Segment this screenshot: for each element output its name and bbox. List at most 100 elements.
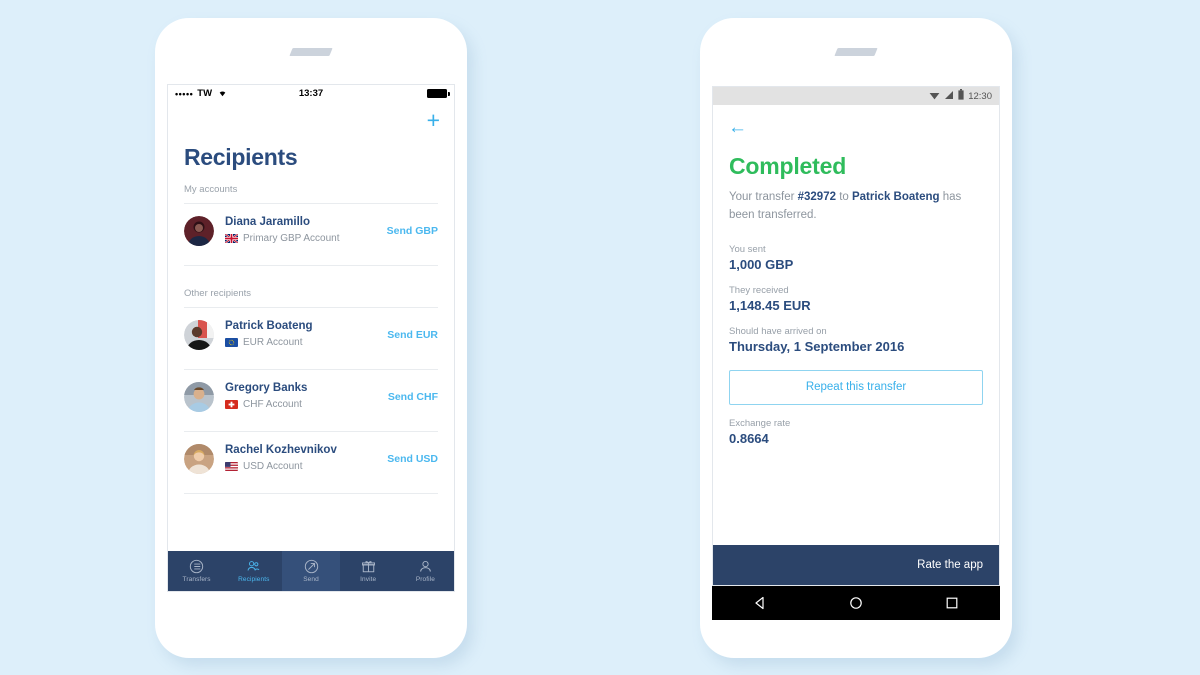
- tab-profile[interactable]: Profile: [397, 551, 454, 591]
- ios-status-bar: ••••• TW 13:37: [168, 85, 454, 102]
- phone-speaker-grille: [834, 48, 877, 56]
- ios-screen: ••••• TW 13:37 + Recipients My accounts: [167, 84, 455, 592]
- field-value: Thursday, 1 September 2016: [729, 339, 983, 354]
- send-action-button[interactable]: Send GBP: [387, 225, 438, 237]
- phone-speaker-grille: [289, 48, 332, 56]
- recipient-details: Patrick Boateng EUR Account: [225, 319, 387, 350]
- android-navigation-bar[interactable]: [712, 586, 1000, 620]
- field-arrival-date: Should have arrived on Thursday, 1 Septe…: [729, 326, 983, 354]
- android-screen: 12:30 ← Completed Your transfer #32972 t…: [712, 86, 1000, 586]
- transfer-reference: #32972: [798, 191, 836, 203]
- tab-label: Profile: [416, 576, 435, 583]
- recipient-account: CHF Account: [225, 398, 388, 412]
- send-action-button[interactable]: Send EUR: [387, 329, 438, 341]
- ios-app-body: + Recipients My accounts: [168, 102, 454, 591]
- signal-icon: [944, 90, 954, 103]
- us-flag-icon: [225, 462, 238, 471]
- tab-label: Invite: [360, 576, 376, 583]
- recipient-row[interactable]: Patrick Boateng EUR Account Send EUR: [168, 308, 454, 361]
- field-label: Should have arrived on: [729, 326, 983, 337]
- recipient-row[interactable]: Gregory Banks CHF Account: [168, 370, 454, 423]
- row-divider: [184, 265, 438, 266]
- tab-recipients[interactable]: Recipients: [225, 551, 282, 591]
- ios-status-right: [427, 89, 447, 98]
- tab-label: Send: [303, 576, 319, 583]
- field-label: Exchange rate: [729, 418, 983, 429]
- repeat-transfer-button[interactable]: Repeat this transfer: [729, 370, 983, 405]
- ios-phone-frame: ••••• TW 13:37 + Recipients My accounts: [155, 18, 467, 658]
- recipients-list[interactable]: My accounts Diana Jaramillo: [168, 184, 454, 551]
- field-exchange-rate: Exchange rate 0.8664: [729, 418, 983, 446]
- field-label: You sent: [729, 244, 983, 255]
- row-divider: [184, 493, 438, 494]
- section-label-other-recipients: Other recipients: [168, 288, 454, 299]
- account-label: Primary GBP Account: [243, 232, 340, 246]
- recipient-details: Rachel Kozhevnikov: [225, 443, 387, 474]
- wifi-icon: [929, 90, 940, 103]
- android-app-body: ← Completed Your transfer #32972 to Patr…: [713, 105, 999, 585]
- account-label: USD Account: [243, 460, 302, 474]
- android-status-bar: 12:30: [713, 87, 999, 105]
- send-action-button[interactable]: Send USD: [387, 453, 438, 465]
- add-recipient-button[interactable]: +: [427, 109, 440, 132]
- status-heading: Completed: [729, 153, 983, 180]
- avatar: [184, 320, 214, 350]
- home-circle-icon[interactable]: [848, 595, 864, 611]
- recipient-row[interactable]: Rachel Kozhevnikov: [168, 432, 454, 485]
- carrier-label: TW: [197, 88, 212, 99]
- recipient-name: Diana Jaramillo: [225, 215, 387, 231]
- section-label-my-accounts: My accounts: [168, 184, 454, 195]
- summary-part-2: to: [836, 191, 852, 203]
- page-title: Recipients: [184, 144, 297, 171]
- summary-part-1: Your transfer: [729, 191, 798, 203]
- avatar: [184, 216, 214, 246]
- field-label: They received: [729, 285, 983, 296]
- recipient-name: Patrick Boateng: [225, 319, 387, 335]
- transfer-detail-content: Completed Your transfer #32972 to Patric…: [713, 105, 999, 446]
- recipients-icon: [246, 559, 261, 574]
- send-icon: [304, 559, 319, 574]
- recipient-row[interactable]: Diana Jaramillo: [168, 204, 454, 257]
- transfers-icon: [189, 559, 204, 574]
- back-arrow-icon[interactable]: ←: [728, 118, 747, 137]
- recipient-name: Patrick Boateng: [852, 191, 940, 203]
- field-you-sent: You sent 1,000 GBP: [729, 244, 983, 272]
- field-value: 0.8664: [729, 431, 983, 446]
- ch-flag-icon: [225, 400, 238, 409]
- profile-icon: [418, 559, 433, 574]
- tab-invite[interactable]: Invite: [340, 551, 397, 591]
- account-label: CHF Account: [243, 398, 302, 412]
- field-value: 1,148.45 EUR: [729, 298, 983, 313]
- tab-label: Recipients: [238, 576, 269, 583]
- battery-icon: [958, 89, 964, 103]
- eu-flag-icon: [225, 338, 238, 347]
- android-phone-frame: 12:30 ← Completed Your transfer #32972 t…: [700, 18, 1012, 658]
- account-label: EUR Account: [243, 336, 302, 350]
- rate-app-bar[interactable]: Rate the app: [713, 545, 999, 585]
- wifi-icon: [217, 88, 228, 99]
- tab-transfers[interactable]: Transfers: [168, 551, 225, 591]
- battery-icon: [427, 89, 447, 98]
- bottom-tab-bar[interactable]: Transfers Recipients S: [168, 551, 454, 591]
- send-action-button[interactable]: Send CHF: [388, 391, 438, 403]
- gb-flag-icon: [225, 234, 238, 243]
- avatar: [184, 382, 214, 412]
- recipient-account: EUR Account: [225, 336, 387, 350]
- android-clock: 12:30: [968, 91, 992, 102]
- back-triangle-icon[interactable]: [752, 595, 768, 611]
- recipient-name: Rachel Kozhevnikov: [225, 443, 387, 459]
- recents-square-icon[interactable]: [944, 595, 960, 611]
- transfer-summary-text: Your transfer #32972 to Patrick Boateng …: [729, 189, 983, 225]
- signal-dots-icon: •••••: [175, 89, 193, 99]
- avatar: [184, 444, 214, 474]
- field-value: 1,000 GBP: [729, 257, 983, 272]
- recipient-details: Gregory Banks CHF Account: [225, 381, 388, 412]
- rate-app-label[interactable]: Rate the app: [917, 559, 983, 571]
- invite-icon: [361, 559, 376, 574]
- field-they-received: They received 1,148.45 EUR: [729, 285, 983, 313]
- recipient-account: USD Account: [225, 460, 387, 474]
- recipient-name: Gregory Banks: [225, 381, 388, 397]
- tab-send[interactable]: Send: [282, 551, 339, 591]
- recipient-account: Primary GBP Account: [225, 232, 387, 246]
- recipient-details: Diana Jaramillo: [225, 215, 387, 246]
